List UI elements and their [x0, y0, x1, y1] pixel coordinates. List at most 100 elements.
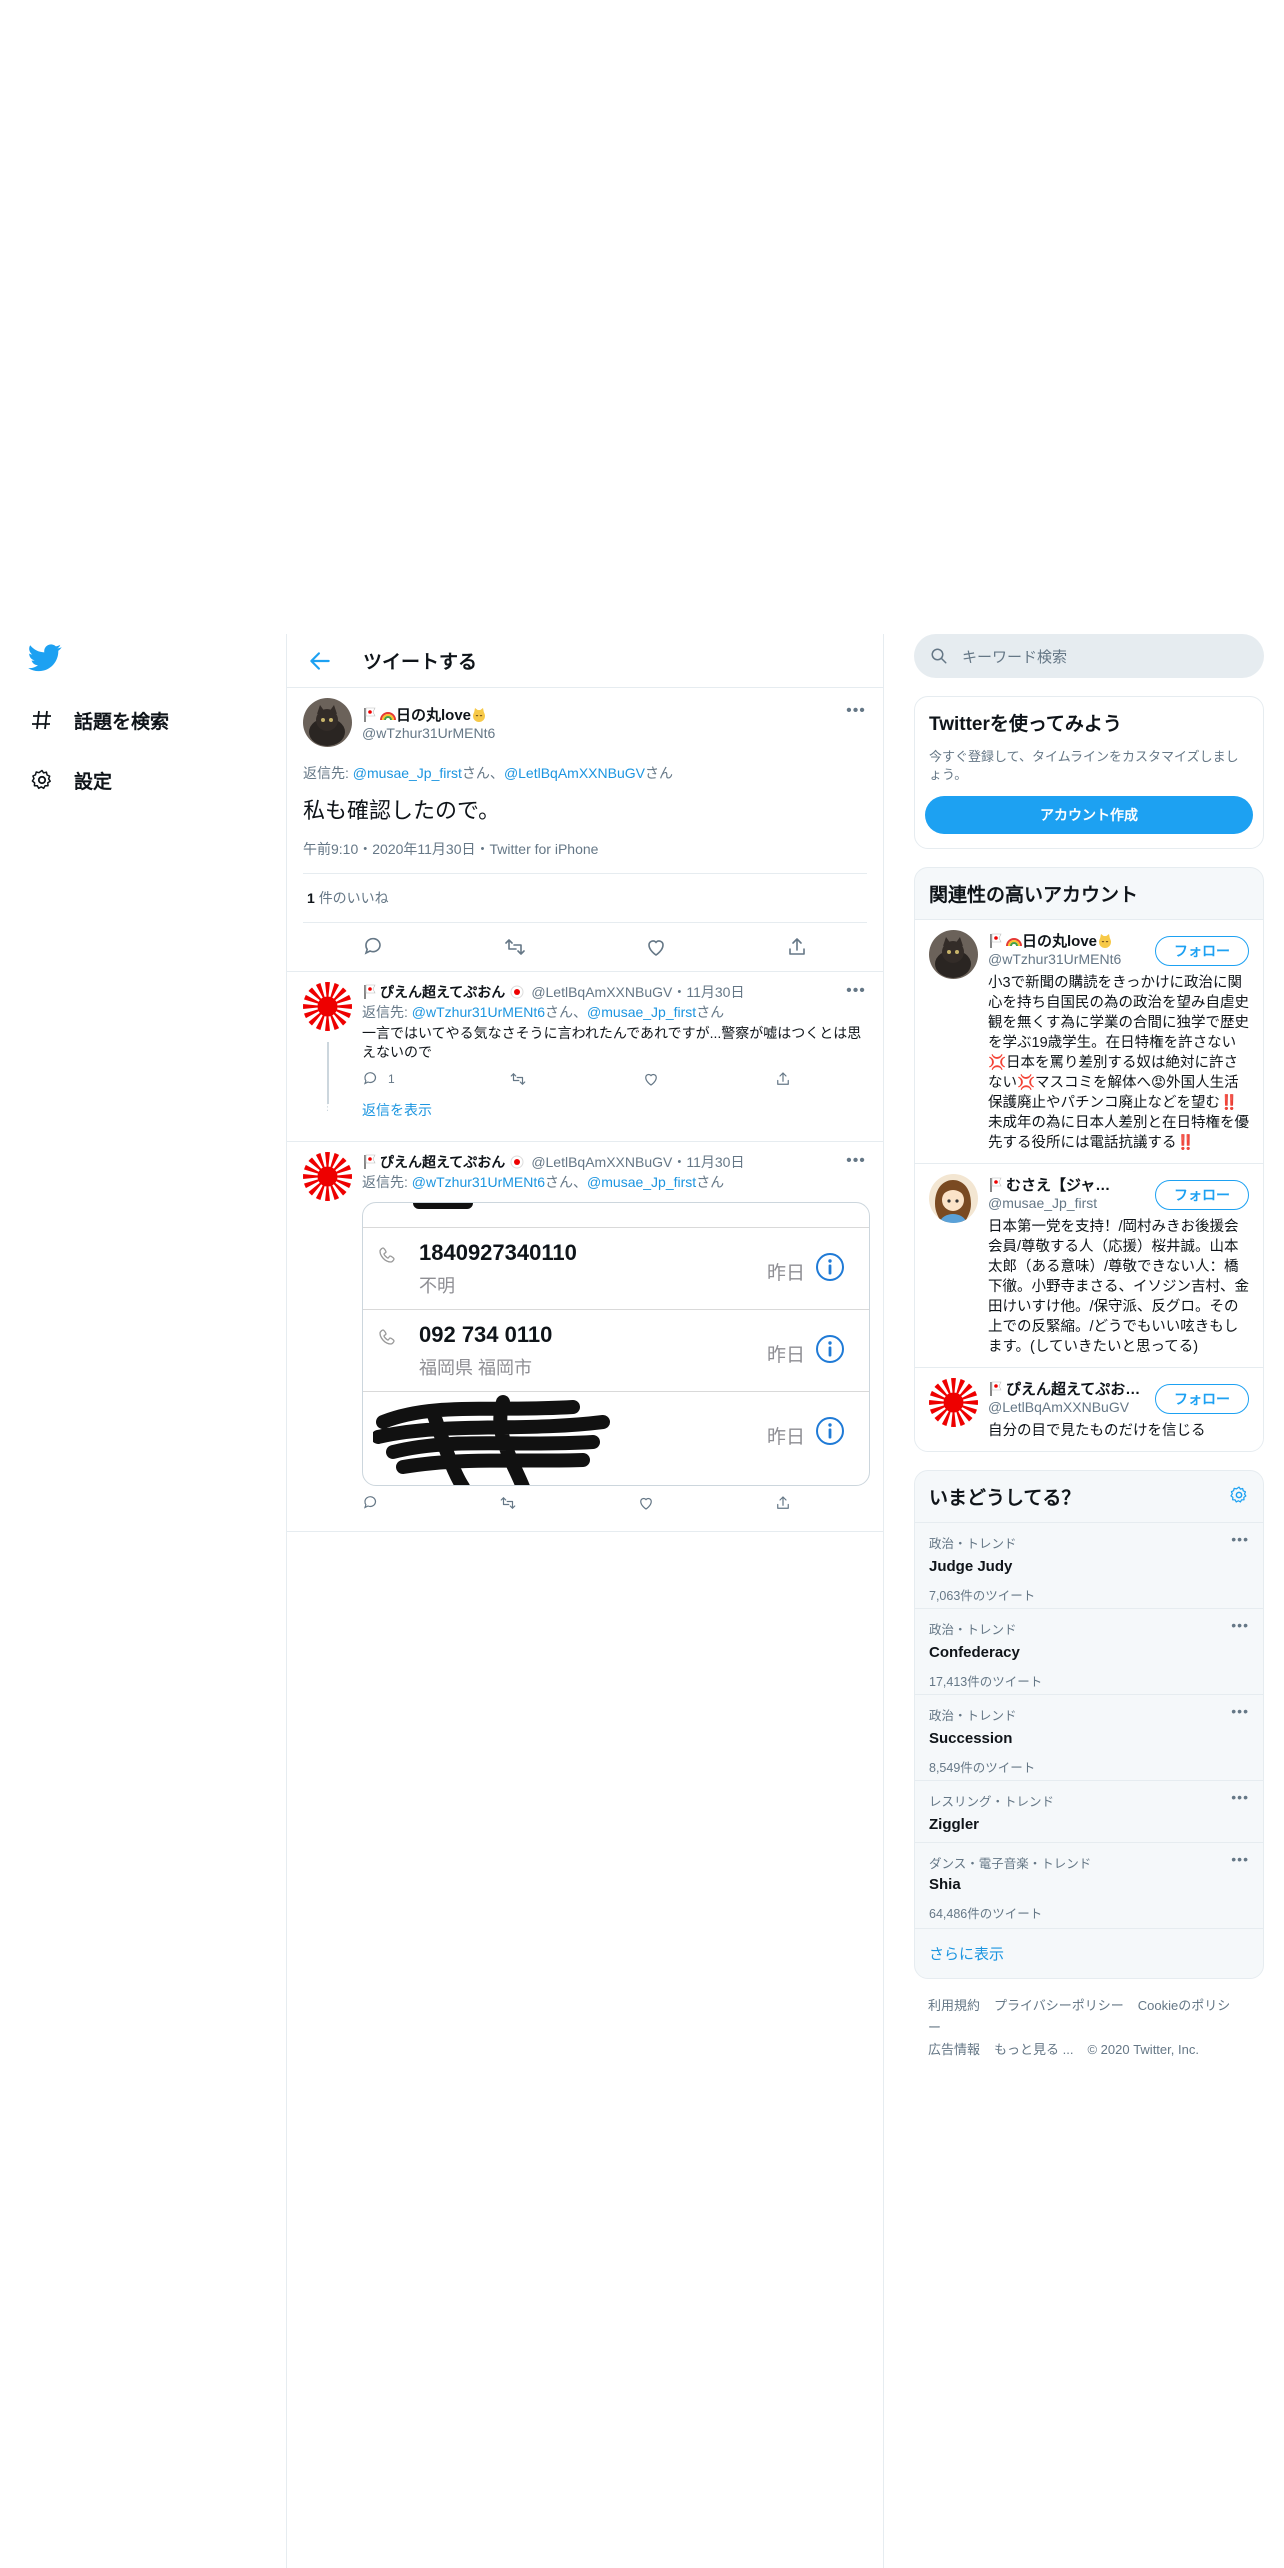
footer-ads-link[interactable]: 広告情報	[928, 2042, 980, 2057]
reply-actions	[362, 1486, 792, 1520]
reply-to-link[interactable]: @wTzhur31UrMENt6	[412, 1004, 545, 1020]
trend-item[interactable]: ダンス・電子音楽・トレンド Shia 64,486件のツイート •••	[915, 1842, 1263, 1928]
rainbow-emoji-icon	[380, 711, 396, 721]
nav-explore[interactable]: 話題を検索	[28, 700, 169, 740]
trends-title: いまどうしてる？	[929, 1488, 1081, 1509]
flag-emoji-icon	[989, 1177, 1002, 1192]
share-icon[interactable]	[785, 935, 809, 959]
reply-to-link[interactable]: @musae_Jp_first	[587, 1004, 696, 1020]
retweet-button[interactable]	[509, 1070, 527, 1088]
search-placeholder: キーワード検索	[962, 648, 1068, 666]
user-name[interactable]: 日の丸love	[396, 704, 471, 725]
attached-image[interactable]: 1840927340110 不明 昨日 092 734 0110 福岡県 福岡市…	[362, 1202, 870, 1486]
trend-category: ダンス・電子音楽・トレンド	[929, 1857, 1092, 1871]
reply-to-link[interactable]: @musae_Jp_first	[587, 1174, 696, 1190]
follow-button[interactable]: フォロー	[1155, 1384, 1249, 1414]
reply-tweet[interactable]: ••• ⋮ ぴえん超えてぷおん @LetlBqAmXXNBuGV ・11月30日…	[287, 966, 883, 1141]
more-options-icon[interactable]: •••	[845, 702, 867, 720]
account-bio: 小3で新聞の購読をきっかけに政治に関心を持ち自国民の為の政治を望み自虐史観を無く…	[988, 975, 1249, 1151]
trends-settings-gear-icon[interactable]	[1229, 1485, 1249, 1505]
avatar[interactable]	[287, 1136, 368, 1217]
show-replies-link[interactable]: 返信を表示	[362, 1100, 867, 1120]
trend-category: 政治・トレンド	[929, 1709, 1017, 1723]
reply-to-link[interactable]: @LetlBqAmXXNBuGV	[504, 765, 645, 781]
trend-item[interactable]: 政治・トレンド Confederacy 17,413件のツイート •••	[915, 1608, 1263, 1694]
related-title: 関連性の高いアカウント	[929, 885, 1139, 906]
reply-user-name[interactable]: ぴえん超えてぷおん	[380, 982, 505, 1002]
like-icon[interactable]	[644, 935, 668, 959]
twitter-bird-icon[interactable]	[28, 644, 62, 672]
share-button[interactable]	[774, 1070, 792, 1088]
trend-more-icon[interactable]: •••	[1231, 1531, 1249, 1547]
call-sub: 不明	[419, 1276, 455, 1296]
reply-icon	[364, 1072, 377, 1085]
retweet-icon[interactable]	[503, 935, 527, 959]
reply-actions: 1	[362, 1062, 792, 1096]
flag-emoji-icon	[989, 933, 1002, 948]
phone-icon	[379, 1247, 395, 1263]
reply-to-link[interactable]: @wTzhur31UrMENt6	[412, 1174, 545, 1190]
reply-date[interactable]: ・11月30日	[672, 1152, 744, 1172]
reply-tweet[interactable]: ••• ぴえん超えてぷおん @LetlBqAmXXNBuGV ・11月30日 返…	[287, 1136, 883, 1531]
trend-item[interactable]: 政治・トレンド Succession 8,549件のツイート •••	[915, 1694, 1263, 1780]
trend-name: Judge Judy	[929, 1558, 1013, 1575]
reply-user-name[interactable]: ぴえん超えてぷおん	[380, 1152, 505, 1172]
trend-more-icon[interactable]: •••	[1231, 1617, 1249, 1633]
reply-user-handle[interactable]: @LetlBqAmXXNBuGV	[531, 984, 672, 1000]
avatar[interactable]	[929, 1174, 978, 1223]
follow-button[interactable]: フォロー	[1155, 936, 1249, 966]
cat-emoji-icon	[472, 707, 486, 722]
reply-text: 一言ではいてやる気なさそうに言われたんであれですが...警察が嘘はつくとは思えな…	[362, 1025, 862, 1060]
trend-count: 64,486件のツイート	[929, 1907, 1043, 1921]
trend-item[interactable]: レスリング・トレンド Ziggler •••	[915, 1780, 1263, 1842]
user-handle[interactable]: @wTzhur31UrMENt6	[362, 725, 495, 741]
likes-count-row[interactable]: 1 件のいいね	[303, 874, 867, 923]
share-button[interactable]	[774, 1494, 792, 1512]
footer-terms-link[interactable]: 利用規約	[928, 1998, 980, 2013]
avatar[interactable]	[929, 1378, 978, 1427]
reply-date[interactable]: ・11月30日	[672, 982, 744, 1002]
avatar[interactable]	[929, 930, 978, 979]
reply-icon[interactable]	[362, 935, 386, 959]
page-title: ツイートする	[363, 652, 478, 673]
follow-button[interactable]: フォロー	[1155, 1180, 1249, 1210]
show-more-trends-link[interactable]: さらに表示	[915, 1928, 1263, 1978]
call-when: 昨日	[766, 1345, 805, 1366]
rainbow-emoji-icon	[1006, 937, 1022, 947]
back-arrow-icon[interactable]	[307, 648, 333, 674]
reply-user-handle[interactable]: @LetlBqAmXXNBuGV	[531, 1154, 672, 1170]
retweet-icon	[510, 1073, 526, 1085]
trend-more-icon[interactable]: •••	[1231, 1703, 1249, 1719]
retweet-button[interactable]	[499, 1494, 517, 1512]
account-item[interactable]: むさえ【ジャ… @musae_Jp_first 日本第一党を支持！/岡村みきお後…	[915, 1163, 1263, 1367]
divider	[287, 1531, 883, 1532]
search-input[interactable]: キーワード検索	[914, 634, 1264, 678]
share-icon	[777, 1072, 789, 1085]
thread-dots: ⋮	[322, 1102, 333, 1113]
reply-prefix: 返信先:	[303, 765, 353, 781]
create-account-button[interactable]: アカウント作成	[925, 796, 1253, 834]
more-options-icon[interactable]: •••	[845, 982, 867, 1000]
trend-item[interactable]: 政治・トレンド Judge Judy 7,063件のツイート •••	[915, 1522, 1263, 1608]
footer-more-link[interactable]: もっと見る ...	[994, 2042, 1073, 2057]
avatar[interactable]	[287, 966, 368, 1047]
tweet-meta[interactable]: 午前9:10・2020年11月30日・Twitter for iPhone	[303, 839, 867, 874]
main-tweet: ••• 日の丸love @wTzhur31UrMENt6 返信先: @musae…	[287, 688, 883, 971]
reply-to-link[interactable]: @musae_Jp_first	[353, 765, 462, 781]
account-item[interactable]: ぴえん超えてぷお… @LetlBqAmXXNBuGV 自分の目で見たものだけを信…	[915, 1367, 1263, 1451]
call-log-row: 092 734 0110 福岡県 福岡市 昨日	[363, 1309, 869, 1391]
reply-button[interactable]: 1	[362, 1070, 395, 1088]
likes-label: 件のいいね	[318, 890, 389, 906]
trend-more-icon[interactable]: •••	[1231, 1851, 1249, 1867]
like-button[interactable]	[637, 1494, 655, 1512]
reply-button[interactable]	[362, 1494, 380, 1512]
like-button[interactable]	[642, 1070, 660, 1088]
trend-more-icon[interactable]: •••	[1231, 1789, 1249, 1805]
footer-privacy-link[interactable]: プライバシーポリシー	[994, 1998, 1124, 2013]
account-item[interactable]: 日の丸love @wTzhur31UrMENt6 小3で新聞の購読をきっかけに政…	[915, 919, 1263, 1163]
avatar[interactable]	[303, 698, 352, 747]
call-number: 1840927340110	[419, 1240, 577, 1265]
account-name: 日の丸love	[1022, 933, 1098, 950]
more-options-icon[interactable]: •••	[845, 1152, 867, 1170]
nav-settings[interactable]: 設定	[28, 760, 112, 800]
